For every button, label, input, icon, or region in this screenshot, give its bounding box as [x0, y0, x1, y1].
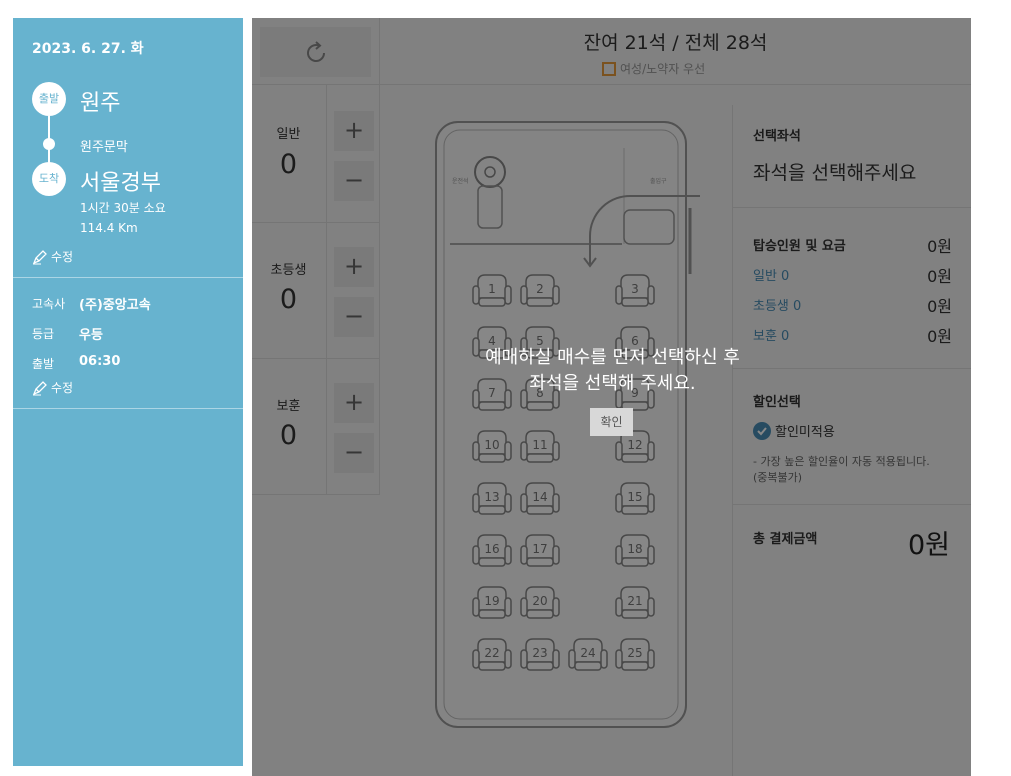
edit-label: 수정	[51, 381, 74, 395]
stop-name: 원주문막	[80, 140, 128, 155]
pencil-icon	[32, 249, 47, 264]
stop-dot	[43, 138, 55, 150]
trip-sidebar: 2023. 6. 27. 화 출발 원주 원주문막 도착 서울경부 1시간 30…	[13, 18, 243, 766]
trip-distance: 114.4 Km	[80, 221, 138, 235]
pencil-icon	[32, 380, 47, 395]
trip-date: 2023. 6. 27. 화	[32, 41, 144, 57]
grade-value: 우등	[79, 328, 103, 343]
edit-route-button[interactable]: 수정	[32, 248, 73, 265]
divider	[13, 277, 243, 278]
grade-label: 등급	[32, 327, 55, 341]
company-value: (주)중앙고속	[79, 298, 151, 313]
arrive-city: 서울경부	[80, 171, 161, 196]
depart-time-value: 06:30	[79, 354, 121, 369]
trip-duration: 1시간 30분 소요	[80, 201, 166, 215]
modal-backdrop	[252, 18, 971, 776]
modal-confirm-button[interactable]: 확인	[590, 408, 633, 436]
modal-message-line: 예매하실 매수를 먼저 선택하신 후	[485, 347, 740, 368]
edit-label: 수정	[51, 250, 74, 264]
modal-message-line: 좌석을 선택해 주세요.	[529, 373, 696, 394]
company-label: 고속사	[32, 297, 66, 311]
arrive-badge: 도착	[32, 162, 66, 196]
depart-badge: 출발	[32, 82, 66, 116]
modal-message: 예매하실 매수를 먼저 선택하신 후 좌석을 선택해 주세요.	[440, 345, 785, 397]
divider	[13, 408, 243, 409]
depart-time-label: 출발	[32, 357, 55, 371]
edit-time-button[interactable]: 수정	[32, 379, 73, 396]
depart-city: 원주	[80, 91, 121, 116]
